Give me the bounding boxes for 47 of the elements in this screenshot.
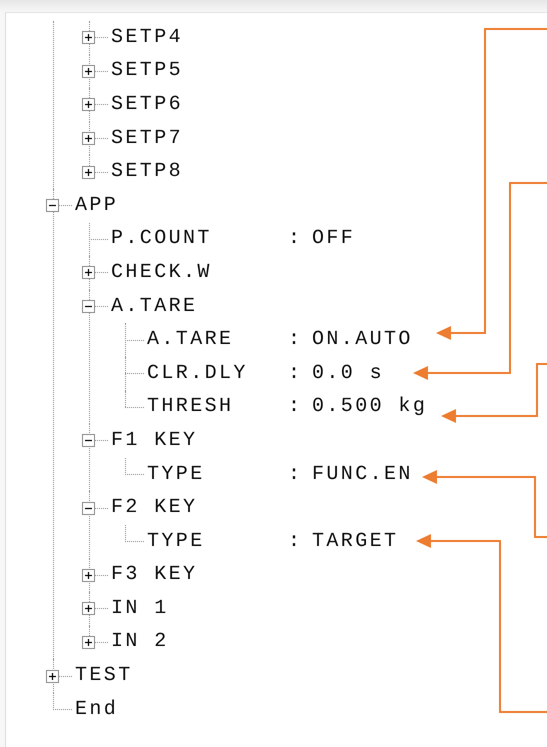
tree-node-label[interactable]: TEST (75, 664, 133, 688)
tree-node-label[interactable]: F2 KEY (111, 496, 198, 520)
tree-node-label[interactable]: F1 KEY (111, 428, 198, 453)
separator: : (288, 362, 304, 386)
expand-toggle[interactable] (82, 64, 95, 78)
tree-node-label[interactable]: SETP7 (111, 126, 184, 151)
separator: : (288, 530, 304, 554)
tree-node-label[interactable]: SETP4 (111, 26, 184, 50)
tree-node-label[interactable]: End (75, 698, 118, 722)
tree-node-label[interactable]: IN 2 (111, 630, 169, 654)
expand-toggle[interactable] (82, 166, 95, 179)
expand-toggle[interactable] (82, 31, 95, 44)
collapse-toggle[interactable] (82, 502, 95, 515)
tree-node-label[interactable]: F3 KEY (111, 563, 198, 588)
setting-name[interactable]: TYPE (147, 462, 288, 487)
collapse-toggle[interactable] (82, 434, 95, 448)
expand-toggle[interactable] (82, 568, 95, 582)
setting-name[interactable]: P.COUNT (111, 227, 288, 252)
tree-node-label[interactable]: APP (75, 194, 118, 218)
setting-name[interactable]: THRESH (147, 395, 288, 420)
collapse-toggle[interactable] (46, 199, 59, 212)
setting-name[interactable]: A.TARE (147, 328, 288, 352)
collapse-toggle[interactable] (82, 300, 95, 314)
setting-value: FUNC.EN (312, 462, 413, 487)
separator: : (288, 462, 304, 487)
setting-value: 0.0 s (312, 362, 384, 386)
setting-name[interactable]: TYPE (147, 530, 288, 554)
tree-node-label[interactable]: SETP5 (111, 59, 184, 84)
expand-toggle[interactable] (82, 132, 95, 146)
setting-value: OFF (312, 227, 356, 252)
expand-toggle[interactable] (82, 266, 95, 280)
setting-name[interactable]: CLR.DLY (147, 362, 288, 386)
expand-toggle[interactable] (82, 636, 95, 649)
expand-toggle[interactable] (46, 670, 59, 683)
tree-node-label[interactable]: IN 1 (111, 596, 169, 621)
tree-node-label[interactable]: CHECK.W (111, 260, 212, 285)
expand-toggle[interactable] (82, 602, 95, 616)
tree-node-label[interactable]: SETP8 (111, 160, 184, 184)
separator: : (288, 328, 304, 352)
separator: : (288, 227, 304, 252)
tree-node-label[interactable]: A.TARE (111, 294, 198, 319)
tree-node-label[interactable]: SETP6 (111, 92, 184, 117)
expand-toggle[interactable] (82, 98, 95, 112)
setting-value: 0.500 kg (312, 395, 428, 420)
separator: : (288, 395, 304, 420)
setting-value: ON.AUTO (312, 328, 413, 352)
setting-value: TARGET (312, 530, 398, 554)
